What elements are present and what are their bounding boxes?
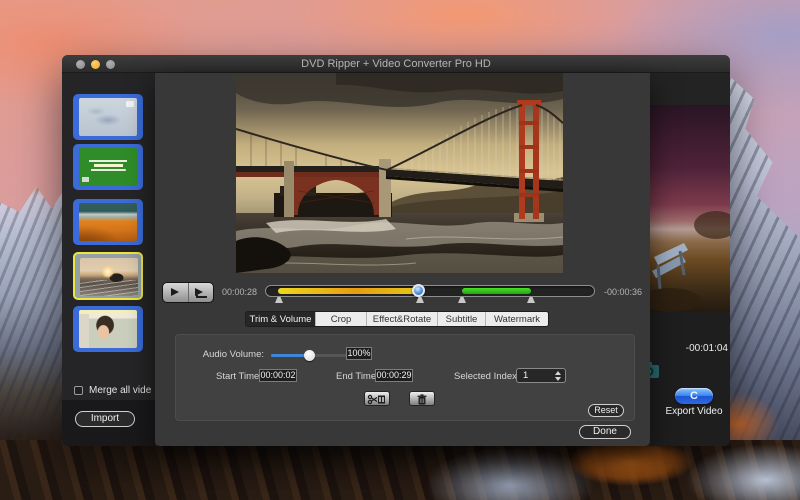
sketch-clip-image bbox=[79, 98, 137, 136]
tab-bar: Trim & Volume Crop Effect&Rotate Subtitl… bbox=[245, 311, 549, 327]
selected-index-stepper[interactable]: 1 bbox=[516, 368, 566, 383]
play-button[interactable] bbox=[163, 283, 188, 302]
total-remaining-time: -00:01:04 bbox=[685, 343, 728, 354]
camera-icon bbox=[650, 361, 660, 379]
tab-crop[interactable]: Crop bbox=[316, 312, 367, 326]
bottom-toolbar: Import bbox=[62, 400, 155, 446]
import-button[interactable]: Import bbox=[75, 411, 135, 427]
trim-slider[interactable] bbox=[265, 284, 595, 303]
selected-index-label: Selected Index: bbox=[454, 371, 520, 382]
cut-clip-button[interactable] bbox=[364, 391, 390, 406]
progress-segment bbox=[278, 288, 419, 294]
volume-value: 100% bbox=[346, 347, 372, 360]
end-time-label: End Time: bbox=[336, 371, 379, 382]
video-preview bbox=[236, 73, 563, 273]
stepper-arrows-icon[interactable] bbox=[553, 370, 564, 381]
end-time-field[interactable]: 00:00:29 bbox=[375, 369, 413, 382]
merge-row: Merge all vide bbox=[74, 385, 155, 397]
playhead-knob[interactable] bbox=[412, 284, 425, 297]
selection-segment bbox=[462, 288, 531, 294]
preview-panel: -00:01:04 C Export Video bbox=[650, 73, 730, 446]
delete-clip-button[interactable] bbox=[409, 391, 435, 406]
thumbnail-portrait-clip[interactable] bbox=[73, 306, 143, 352]
trim-handle-1[interactable] bbox=[275, 297, 283, 303]
reset-button[interactable]: Reset bbox=[588, 404, 624, 417]
current-time: 00:00:28 bbox=[221, 287, 257, 297]
desert-dune-clip-image bbox=[79, 203, 137, 241]
thumbnail-sunset-beach-clip-selected[interactable] bbox=[73, 252, 143, 300]
play-clip-button[interactable] bbox=[187, 283, 214, 302]
preview-panel-header bbox=[650, 73, 730, 105]
transport-bar: 00:00:28 -00:00:36 bbox=[155, 278, 650, 308]
thumbnail-green-slide-clip[interactable] bbox=[73, 144, 143, 190]
thumbnail-sketch-clip[interactable] bbox=[73, 94, 143, 140]
selected-index-value: 1 bbox=[523, 370, 529, 381]
trim-handle-4[interactable] bbox=[527, 297, 535, 303]
trim-settings-panel: Audio Volume: 100% Start Time: 00:00:02 … bbox=[175, 334, 635, 421]
start-time-field[interactable]: 00:00:02 bbox=[259, 369, 297, 382]
portrait-clip-image bbox=[79, 310, 137, 348]
tab-subtitle[interactable]: Subtitle bbox=[438, 312, 486, 326]
thumbnail-desert-dune-clip[interactable] bbox=[73, 199, 143, 245]
tab-trim-volume[interactable]: Trim & Volume bbox=[246, 312, 316, 326]
export-icon-letter: C bbox=[690, 389, 698, 402]
sunset-beach-clip-image bbox=[80, 258, 138, 296]
play-icon bbox=[171, 288, 179, 296]
volume-slider[interactable] bbox=[271, 350, 351, 361]
green-slide-clip-image bbox=[79, 148, 137, 186]
scissors-film-icon bbox=[367, 394, 385, 404]
trim-handle-2[interactable] bbox=[416, 297, 424, 303]
beach-bench-preview-image bbox=[650, 105, 730, 312]
trim-dialog-sheet: 00:00:28 -00:00:36 Trim & Volume Crop Ef… bbox=[155, 73, 650, 446]
titlebar: DVD Ripper + Video Converter Pro HD bbox=[62, 55, 730, 73]
trash-icon bbox=[417, 393, 427, 404]
export-video-button[interactable]: C bbox=[675, 388, 713, 404]
video-list-sidebar: Merge all vide Import bbox=[62, 73, 155, 446]
tab-effect-rotate[interactable]: Effect&Rotate bbox=[367, 312, 438, 326]
window-title: DVD Ripper + Video Converter Pro HD bbox=[301, 58, 491, 70]
audio-volume-label: Audio Volume: bbox=[202, 349, 264, 360]
volume-knob[interactable] bbox=[304, 350, 315, 361]
done-button[interactable]: Done bbox=[579, 425, 631, 439]
export-video-label: Export Video bbox=[665, 406, 723, 417]
remaining-time: -00:00:36 bbox=[604, 287, 643, 297]
playback-button-group bbox=[162, 282, 214, 303]
play-clip-line bbox=[195, 295, 207, 298]
desktop-wallpaper: DVD Ripper + Video Converter Pro HD Merg… bbox=[0, 0, 800, 500]
wallpaper-foreground-rocks bbox=[0, 440, 800, 500]
start-time-label: Start Time: bbox=[216, 371, 262, 382]
merge-label: Merge all vide bbox=[89, 385, 152, 396]
merge-checkbox[interactable] bbox=[74, 386, 83, 395]
tab-watermark[interactable]: Watermark bbox=[486, 312, 548, 326]
trim-handle-3[interactable] bbox=[458, 297, 466, 303]
